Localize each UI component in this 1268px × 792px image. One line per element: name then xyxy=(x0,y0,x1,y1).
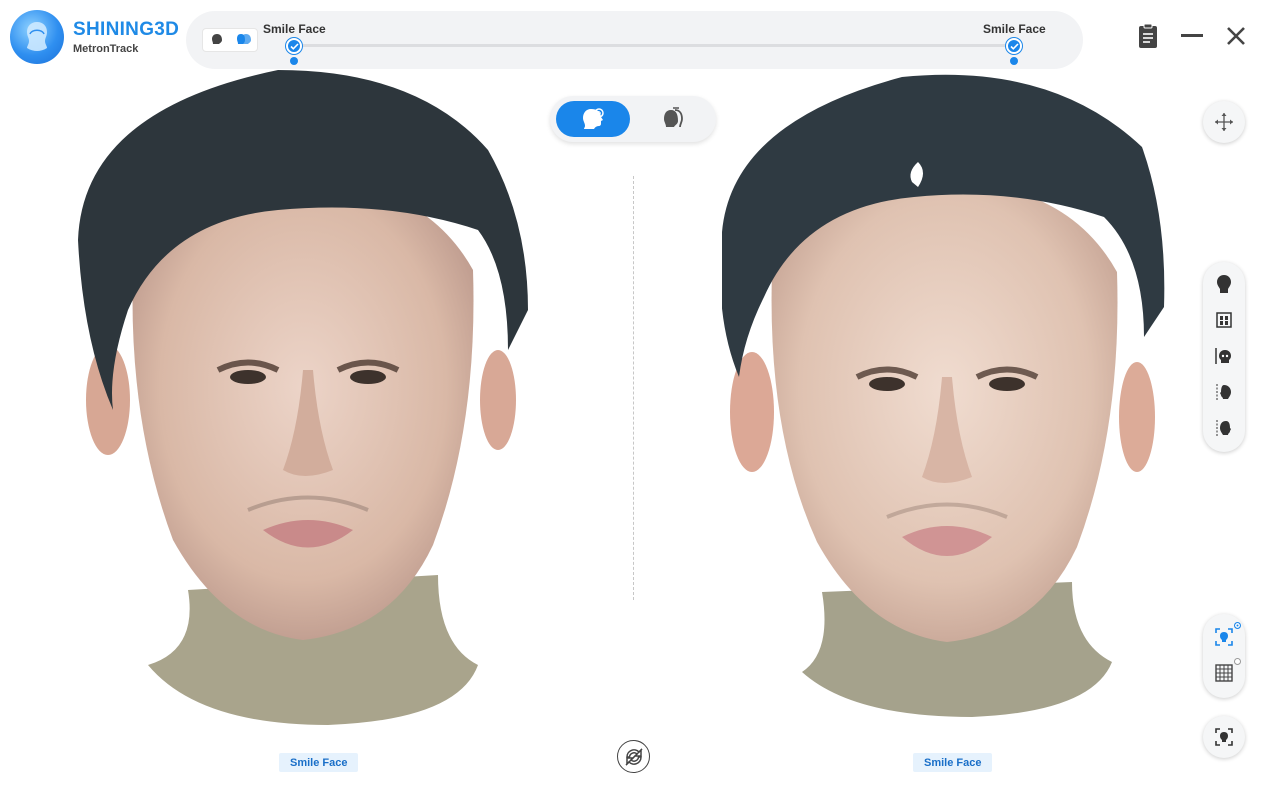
check-icon xyxy=(289,42,299,50)
skull-view-button[interactable] xyxy=(1203,338,1245,374)
timeline-marker-left-label: Smile Face xyxy=(263,22,326,36)
texture-mode-button[interactable] xyxy=(1203,619,1245,655)
right-face-scan[interactable] xyxy=(720,72,1166,722)
timeline-marker-right-label: Smile Face xyxy=(983,22,1046,36)
left-viewport-label: Smile Face xyxy=(279,753,359,772)
clipboard-icon xyxy=(1139,23,1157,48)
face-scan-icon xyxy=(1215,628,1233,646)
brand-subtitle: MetronTrack xyxy=(73,43,139,55)
timeline-bar: Smile Face Smile Face xyxy=(186,11,1083,69)
timeline-marker-right[interactable] xyxy=(1006,38,1022,68)
single-head-icon xyxy=(211,34,222,44)
dual-head-mode-button[interactable] xyxy=(232,30,255,50)
pan-icon xyxy=(1215,113,1233,131)
bite-icon xyxy=(1216,312,1232,328)
sync-arrows-icon xyxy=(624,747,643,766)
view-mode-toggle xyxy=(550,96,716,142)
bite-view-button[interactable] xyxy=(1203,302,1245,338)
dual-head-icon xyxy=(236,34,251,44)
minimize-icon xyxy=(1181,34,1203,37)
left-face-scan[interactable] xyxy=(78,70,528,730)
view-angle-toolbar xyxy=(1203,262,1245,452)
front-view-button[interactable] xyxy=(1203,266,1245,302)
minimize-button[interactable] xyxy=(1178,22,1206,50)
texture-mode-indicator xyxy=(1234,622,1241,629)
close-button[interactable] xyxy=(1222,22,1250,50)
head-overlay-icon xyxy=(664,107,683,128)
timeline-track[interactable] xyxy=(294,44,1014,47)
timeline-marker-left[interactable] xyxy=(286,38,302,68)
display-mode-toolbar xyxy=(1203,614,1245,698)
sync-view-button[interactable] xyxy=(617,740,650,773)
app-logo-icon xyxy=(10,10,64,64)
profile-left-icon xyxy=(1216,384,1231,400)
mesh-mode-indicator xyxy=(1234,658,1241,665)
focus-face-icon xyxy=(1215,728,1233,746)
timeline-mode-toggle xyxy=(202,28,258,52)
close-icon xyxy=(1227,27,1245,45)
right-viewport-label: Smile Face xyxy=(913,753,993,772)
skull-icon xyxy=(1215,348,1231,364)
viewport-divider xyxy=(633,176,634,600)
head-scan-icon xyxy=(583,108,604,129)
window-controls xyxy=(1134,22,1250,50)
overlay-view-button[interactable] xyxy=(636,101,710,137)
head-front-icon xyxy=(1217,275,1231,293)
brand: SHINING3D MetronTrack xyxy=(10,10,179,64)
profile-right-icon xyxy=(1216,420,1231,436)
left-profile-button[interactable] xyxy=(1203,374,1245,410)
pan-button[interactable] xyxy=(1203,101,1245,143)
mesh-mode-button[interactable] xyxy=(1203,655,1245,691)
single-head-mode-button[interactable] xyxy=(206,30,228,50)
report-button[interactable] xyxy=(1134,22,1162,50)
right-profile-button[interactable] xyxy=(1203,410,1245,446)
scan-view-button[interactable] xyxy=(556,101,630,137)
check-icon xyxy=(1009,42,1019,50)
brand-title: SHINING3D xyxy=(73,19,180,40)
grid-icon xyxy=(1215,664,1233,682)
focus-face-button[interactable] xyxy=(1203,716,1245,758)
